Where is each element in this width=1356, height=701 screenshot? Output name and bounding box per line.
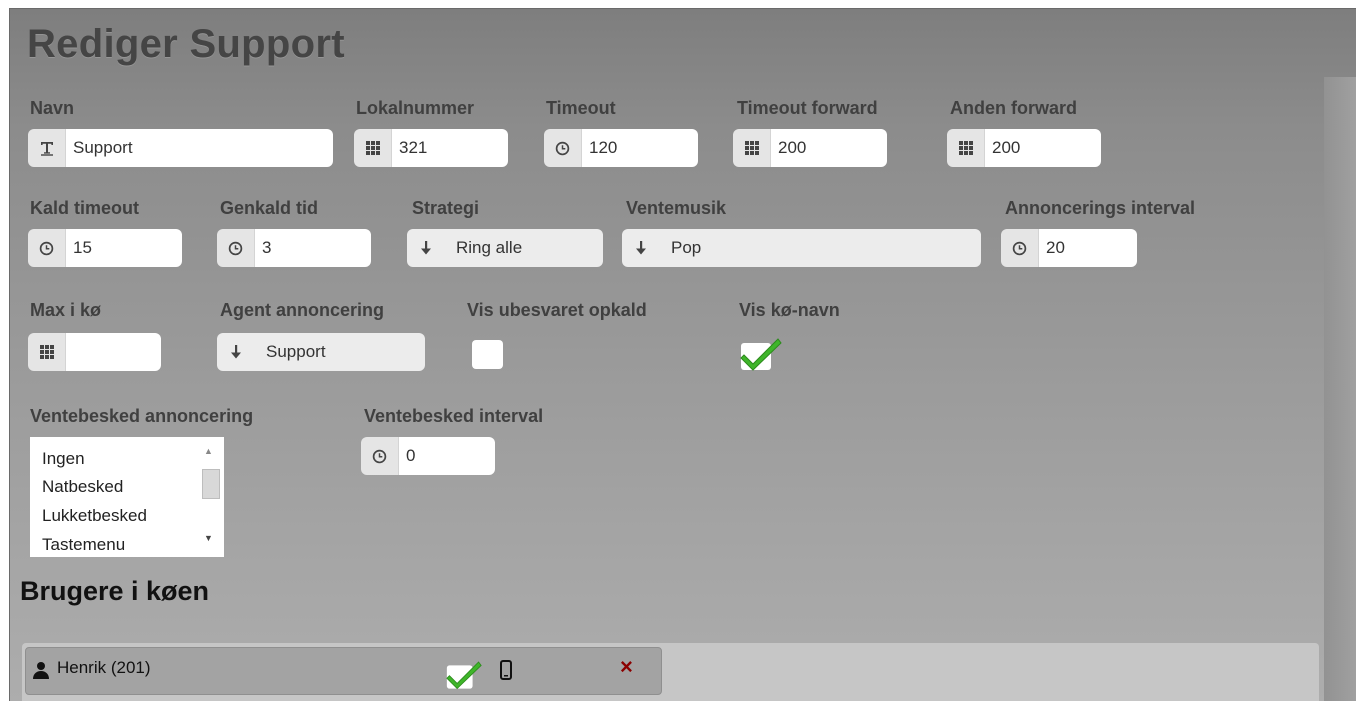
user-name: Henrik (201) [57,658,151,677]
clock-icon [544,129,582,167]
keypad-icon [947,129,985,167]
max-i-koe-label: Max i kø [30,300,102,320]
vis-koe-navn-checkbox[interactable] [740,335,782,376]
lokalnummer-label: Lokalnummer [356,98,475,118]
keypad-icon [354,129,392,167]
agent-annoncering-select[interactable]: Support [217,333,425,371]
agent-annoncering-value: Support [254,333,425,371]
navn-field[interactable]: Support [28,129,333,167]
genkald-tid-label: Genkald tid [220,198,319,218]
lokalnummer-field[interactable]: 321 [354,129,508,167]
max-i-koe-field[interactable] [28,333,161,371]
timeout-field[interactable]: 120 [544,129,698,167]
timeout-value: 120 [582,129,698,167]
kald-timeout-label: Kald timeout [30,198,140,218]
ventemusik-label: Ventemusik [626,198,727,218]
navn-value: Support [66,129,333,167]
ventebesked-interval-label: Ventebesked interval [364,406,544,426]
listbox-scrollbar[interactable]: ▲ ▼ [200,437,222,557]
queue-users-title: Brugere i køen [20,576,210,606]
arrow-down-icon [407,229,444,267]
timeout-forward-field[interactable]: 200 [733,129,887,167]
edit-queue-panel [9,8,1356,701]
list-item[interactable]: Lukketbesked [42,506,147,526]
vis-koe-navn-label: Vis kø-navn [739,300,840,320]
ventebesked-interval-value: 0 [399,437,495,475]
kald-timeout-field[interactable]: 15 [28,229,182,267]
keypad-icon [28,333,66,371]
strategi-value: Ring alle [444,229,603,267]
strategi-label: Strategi [412,198,480,218]
page-title: Rediger Support [27,22,345,66]
arrow-down-icon [217,333,254,371]
timeout-forward-value: 200 [771,129,887,167]
list-item[interactable]: Ingen [42,449,85,469]
scroll-down-icon[interactable]: ▼ [204,533,213,543]
arrow-down-icon [622,229,659,267]
anden-forward-value: 200 [985,129,1101,167]
anden-forward-label: Anden forward [950,98,1078,118]
text-icon [28,129,66,167]
list-item[interactable]: Natbesked [42,477,123,497]
checkmark-icon[interactable] [446,657,482,696]
timeout-forward-label: Timeout forward [737,98,878,118]
clock-icon [217,229,255,267]
lokalnummer-value: 321 [392,129,508,167]
list-item[interactable]: Tastemenu [42,535,125,555]
close-icon[interactable]: × [620,654,633,680]
anden-forward-field[interactable]: 200 [947,129,1101,167]
user-icon [32,661,50,684]
mobile-phone-icon[interactable] [500,660,512,685]
clock-icon [1001,229,1039,267]
ventemusik-select[interactable]: Pop [622,229,981,267]
clock-icon [361,437,399,475]
annoncerings-interval-value: 20 [1039,229,1137,267]
navn-label: Navn [30,98,75,118]
ventemusik-value: Pop [659,229,981,267]
vis-ubesvaret-opkald-label: Vis ubesvaret opkald [467,300,647,320]
page-scrollbar[interactable] [1324,77,1356,701]
clock-icon [28,229,66,267]
checkmark-icon [740,338,782,371]
kald-timeout-value: 15 [66,229,182,267]
agent-annoncering-label: Agent annoncering [220,300,385,320]
timeout-label: Timeout [546,98,616,118]
annoncerings-interval-field[interactable]: 20 [1001,229,1137,267]
annoncerings-interval-label: Annoncerings interval [1005,198,1196,218]
table-row[interactable]: Henrik (201) × [25,647,662,695]
ventebesked-annoncering-label: Ventebesked annoncering [30,406,254,426]
scroll-up-icon[interactable]: ▲ [204,446,213,456]
scroll-thumb[interactable] [202,469,220,499]
ventebesked-interval-field[interactable]: 0 [361,437,495,475]
genkald-tid-value: 3 [255,229,371,267]
ventebesked-annoncering-listbox[interactable]: Ingen Natbesked Lukketbesked Tastemenu ▲… [30,437,224,557]
keypad-icon [733,129,771,167]
strategi-select[interactable]: Ring alle [407,229,603,267]
genkald-tid-field[interactable]: 3 [217,229,371,267]
vis-ubesvaret-opkald-checkbox[interactable] [472,340,503,369]
max-i-koe-value [66,333,161,371]
